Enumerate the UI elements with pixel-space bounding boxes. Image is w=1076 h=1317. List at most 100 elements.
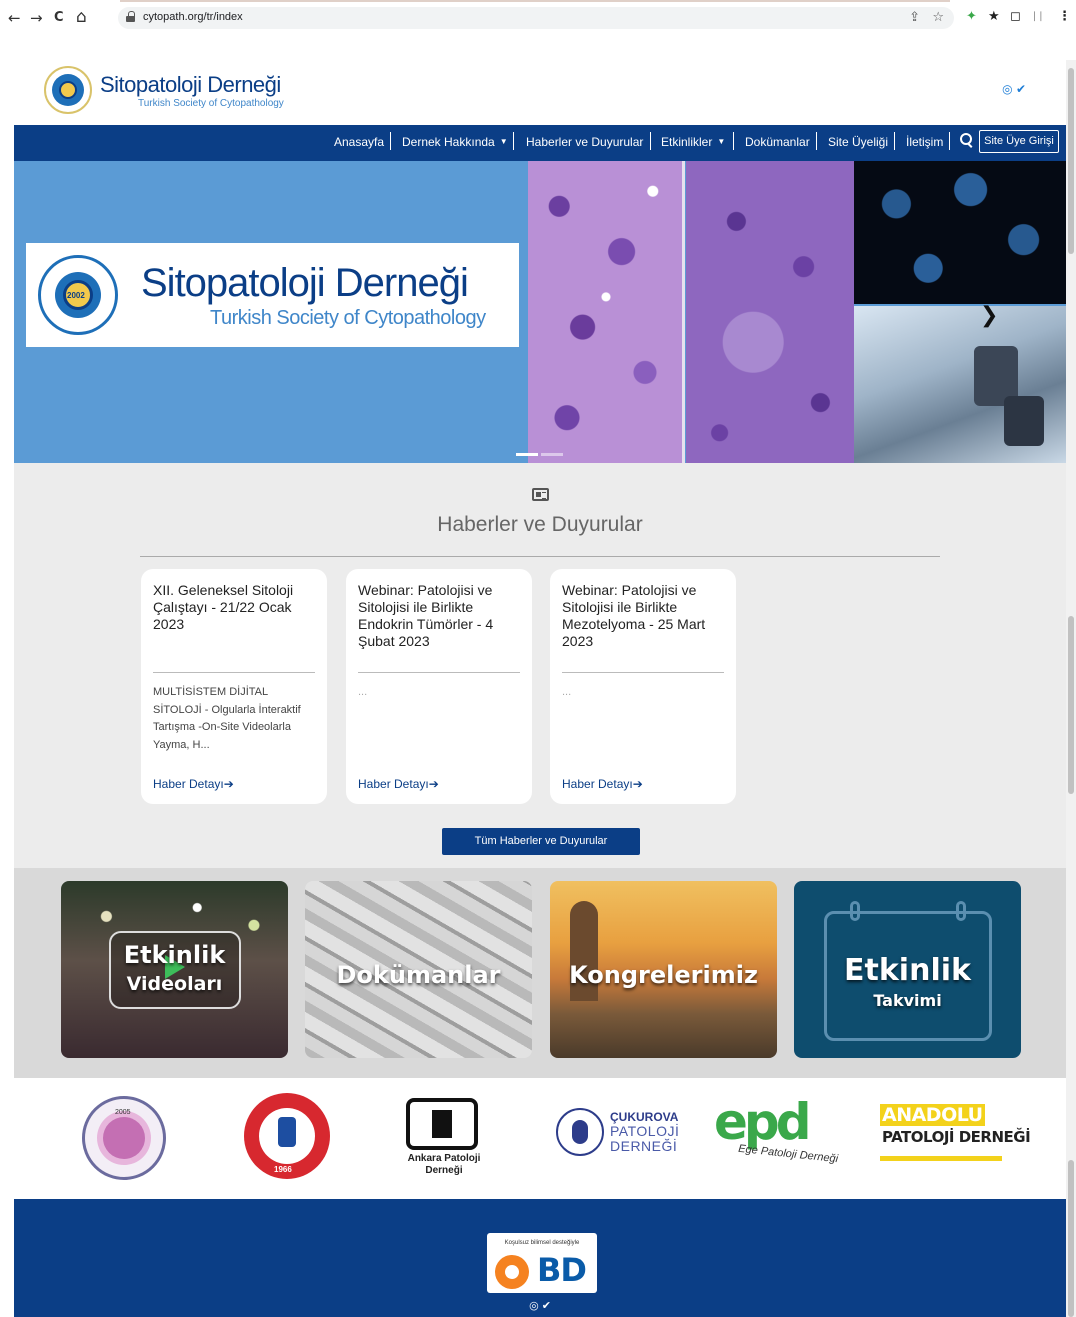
logo-year: 2005	[115, 1109, 131, 1116]
cukurova-name-line1[interactable]: ÇUKUROVA	[610, 1110, 678, 1124]
tile-documents[interactable]: Dokümanlar	[305, 881, 532, 1058]
news-card: Webinar: Patolojisi ve Sitolojisi ile Bi…	[346, 569, 532, 804]
logo-emblem	[572, 1120, 588, 1144]
scrollbar-thumb[interactable]	[1068, 616, 1074, 794]
logo-year: 1966	[274, 1165, 292, 1174]
news-card-link-label: Haber Detayı	[358, 777, 429, 791]
turkish-pathology-society-logo[interactable]: 1966	[244, 1093, 330, 1179]
cytology-image-1	[528, 161, 684, 463]
tile-label: Etkinlik	[123, 941, 226, 969]
browser-menu-icon[interactable]: ⋮	[1058, 9, 1071, 24]
nav-item-news[interactable]: Haberler ve Duyurular	[526, 135, 643, 149]
caret-down-icon: ▼	[717, 137, 726, 146]
anadolu-pathology-logo[interactable]: ANADOLU	[880, 1104, 985, 1126]
tile-label: Kongrelerimiz	[569, 961, 758, 989]
feature-tiles: Etkinlik Videoları Dokümanlar Kongreleri…	[14, 868, 1066, 1078]
share-icon[interactable]: ⇪	[909, 9, 920, 25]
news-card-divider	[153, 672, 315, 673]
nav-item-about[interactable]: Dernek Hakkında ▼	[402, 135, 508, 149]
extensions-puzzle-icon[interactable]: ★	[988, 9, 1000, 24]
news-card-link-label: Haber Detayı	[153, 777, 224, 791]
partner-logos: 2005 1966 Ankara Patoloji Derneği ÇUKURO…	[14, 1078, 1066, 1199]
news-section: Haberler ve Duyurular XII. Geleneksel Si…	[14, 463, 1066, 868]
scrollbar-thumb[interactable]	[1068, 68, 1074, 254]
side-panel-icon[interactable]: ◻	[1010, 9, 1021, 24]
back-icon[interactable]: ←	[8, 9, 21, 27]
nav-separator	[513, 132, 514, 150]
address-bar[interactable]: cytopath.org/tr/index ⇪ ☆	[118, 7, 954, 29]
member-login-button[interactable]: Site Üye Girişi	[979, 130, 1059, 153]
tile-label: Etkinlik	[844, 953, 971, 988]
anadolu-pathology-name: PATOLOJİ DERNEĞİ	[882, 1128, 1031, 1146]
anadolu-underline	[880, 1156, 1002, 1161]
nav-item-documents[interactable]: Dokümanlar	[745, 135, 810, 149]
news-card-title[interactable]: Webinar: Patolojisi ve Sitolojisi ile Bi…	[562, 582, 726, 650]
site-header: Sitopatoloji Derneği Turkish Society of …	[14, 60, 1066, 125]
reload-icon[interactable]: C	[54, 10, 64, 25]
cukurova-pathology-logo[interactable]	[556, 1108, 604, 1156]
news-card-excerpt: ...	[358, 686, 368, 698]
news-title: Haberler ve Duyurular	[437, 513, 643, 536]
slider-dot[interactable]	[541, 453, 563, 456]
seal-year: 2002	[67, 291, 85, 300]
slider-dot[interactable]	[516, 453, 538, 456]
news-card-link-label: Haber Detayı	[562, 777, 633, 791]
microscope-image	[854, 306, 1066, 463]
bookmark-star-icon[interactable]: ☆	[932, 9, 944, 25]
arrow-right-icon: ➔	[223, 777, 234, 791]
page-scrollbar[interactable]	[1066, 60, 1076, 1317]
address-url: cytopath.org/tr/index	[143, 11, 243, 23]
news-card-divider	[358, 672, 520, 673]
tile-event-videos[interactable]: Etkinlik Videoları	[61, 881, 288, 1058]
extension-icon[interactable]: ✦	[966, 9, 977, 24]
hero-seal-logo: 2002	[38, 255, 118, 335]
ankara-pathology-name[interactable]: Ankara Patoloji Derneği	[396, 1153, 492, 1177]
sponsor-name: BD	[537, 1251, 587, 1289]
nav-item-events[interactable]: Etkinlikler ▼	[661, 135, 725, 149]
fish-image	[854, 161, 1066, 304]
all-news-button[interactable]: Tüm Haberler ve Duyurular	[442, 828, 640, 855]
profile-icon[interactable]: ᛁᛁ	[1031, 10, 1044, 23]
tile-label: Takvimi	[873, 991, 942, 1010]
footer-social-icons[interactable]: ◎ ✔	[14, 1299, 1066, 1312]
sponsor-card[interactable]: Koşulsuz bilimsel desteğiyle BD	[487, 1233, 597, 1293]
arrow-right-icon: ➔	[632, 777, 643, 791]
scrollbar-thumb[interactable]	[1068, 1160, 1074, 1317]
news-card-link[interactable]: Haber Detayı➔	[562, 777, 643, 791]
slider-next-icon[interactable]: ❯	[980, 302, 998, 328]
nav-separator	[949, 132, 950, 150]
nav-item-membership[interactable]: Site Üyeliği	[828, 135, 888, 149]
news-card-link[interactable]: Haber Detayı➔	[153, 777, 234, 791]
ege-pathology-logo[interactable]: epd	[714, 1096, 811, 1148]
header-social-icons[interactable]: ◎ ✔	[1002, 82, 1026, 96]
news-card-link[interactable]: Haber Detayı➔	[358, 777, 439, 791]
ankara-pathology-logo[interactable]	[406, 1098, 478, 1150]
tab-strip-edge	[120, 0, 950, 2]
logo-title[interactable]: Sitopatoloji Derneği	[100, 72, 281, 98]
hero-brand-card: 2002 Sitopatoloji Derneği Turkish Societ…	[26, 243, 519, 347]
caret-down-icon: ▼	[499, 137, 508, 146]
nav-separator	[650, 132, 651, 150]
tile-congresses[interactable]: Kongrelerimiz	[550, 881, 777, 1058]
nav-item-home[interactable]: Anasayfa	[334, 135, 384, 149]
cukurova-name-line3: DERNEĞİ	[610, 1138, 678, 1154]
nav-item-about-label: Dernek Hakkında	[402, 135, 495, 149]
news-card-excerpt: ...	[562, 686, 572, 698]
forward-icon[interactable]: →	[30, 9, 43, 27]
nav-item-contact[interactable]: İletişim	[906, 135, 943, 149]
pathology-federation-logo[interactable]: 2005	[82, 1096, 166, 1180]
tile-event-calendar[interactable]: Etkinlik Takvimi	[794, 881, 1021, 1058]
news-card-title[interactable]: Webinar: Patolojisi ve Sitolojisi ile Bi…	[358, 582, 522, 650]
nav-separator	[390, 132, 391, 150]
flower-emblem	[103, 1117, 145, 1159]
home-icon[interactable]: ⌂	[76, 7, 87, 27]
logo-emblem[interactable]	[44, 66, 92, 114]
search-icon[interactable]	[960, 133, 972, 145]
cukurova-name-line2: PATOLOJİ	[610, 1123, 680, 1139]
hero-brand-subtitle: Turkish Society of Cytopathology	[210, 307, 486, 329]
calendar-ring	[850, 901, 860, 921]
newspaper-icon	[532, 488, 549, 501]
hero-brand-title: Sitopatoloji Derneği	[141, 261, 469, 305]
news-card-title[interactable]: XII. Geleneksel Sitoloji Çalıştayı - 21/…	[153, 582, 317, 633]
cytology-image-2	[686, 161, 854, 463]
